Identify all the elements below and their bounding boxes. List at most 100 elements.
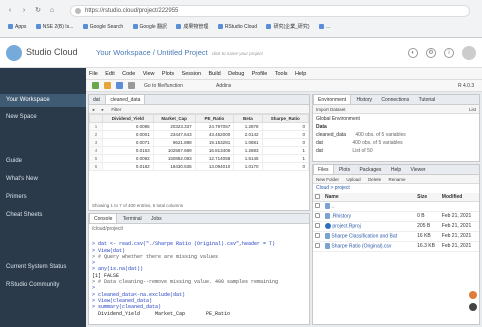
bookmark-item[interactable]: 研究(企業_研究): [266, 20, 309, 34]
file-checkbox[interactable]: [315, 203, 320, 209]
workspace-title[interactable]: Your Workspace / Untitled Project click t…: [96, 48, 263, 57]
save-icon[interactable]: [116, 82, 123, 89]
open-project-icon[interactable]: [104, 82, 111, 89]
sidebar-item-community[interactable]: RStudio Community: [6, 282, 59, 288]
files-breadcrumb[interactable]: Cloud > project: [316, 185, 350, 191]
menu-tools[interactable]: Tools: [272, 68, 291, 77]
env-object-row[interactable]: cleaned_data 400 obs. of 5 variables: [316, 132, 406, 138]
back-icon[interactable]: ‹: [6, 7, 14, 15]
home-icon[interactable]: ⌂: [48, 7, 56, 15]
file-checkbox[interactable]: [315, 243, 320, 249]
file-checkbox[interactable]: [315, 233, 320, 239]
file-row[interactable]: ..: [313, 201, 479, 212]
bookmark-item[interactable]: RStudio Cloud: [218, 20, 257, 34]
column-header[interactable]: Sharpe_Ratio: [261, 114, 310, 123]
file-name[interactable]: project.Rproj: [332, 223, 360, 229]
column-header[interactable]: Dividend_Yield: [101, 114, 154, 123]
tab-files[interactable]: Files: [313, 165, 334, 174]
menu-file[interactable]: File: [86, 68, 101, 77]
global-environment-select[interactable]: Global Environment: [316, 116, 360, 122]
tab-history[interactable]: History: [352, 95, 376, 104]
bookmark-item[interactable]: 成果物管理: [176, 20, 208, 34]
menu-plots[interactable]: Plots: [159, 68, 177, 77]
env-object-row[interactable]: dat 400 obs. of 5 variables: [316, 140, 403, 146]
print-icon[interactable]: [128, 82, 135, 89]
sidebar-item-guide[interactable]: Guide: [6, 158, 22, 164]
menu-profile[interactable]: Profile: [249, 68, 271, 77]
env-object-row[interactable]: dat List of 50: [316, 148, 373, 154]
sidebar-item-your-workspace[interactable]: Your Workspace: [0, 94, 86, 107]
file-row[interactable]: Sharpe Classification and Bat 16 KB Feb …: [313, 231, 479, 242]
new-folder-button[interactable]: New Folder: [313, 175, 342, 182]
sidebar-item-primers[interactable]: Primers: [6, 194, 27, 200]
menu-debug[interactable]: Debug: [225, 68, 247, 77]
addins-menu[interactable]: Addins: [216, 83, 231, 89]
file-checkbox[interactable]: [315, 213, 320, 219]
tab-viewer[interactable]: Viewer: [407, 165, 430, 174]
file-row[interactable]: project.Rproj 205 B Feb 21, 2021: [313, 221, 479, 232]
menu-help[interactable]: Help: [292, 68, 309, 77]
bookmark-item[interactable]: Apps: [8, 20, 26, 34]
name-column-header[interactable]: Name: [323, 193, 416, 202]
tab-plots[interactable]: Plots: [335, 165, 354, 174]
avatar[interactable]: [462, 46, 476, 60]
file-name[interactable]: Sharpe Ratio (Original).csv: [331, 243, 391, 249]
menu-code[interactable]: Code: [119, 68, 138, 77]
console-output[interactable]: > dat <- read.csv("./Sharpe Ratio (Origi…: [92, 235, 278, 317]
column-header[interactable]: Market_Cap: [152, 114, 196, 123]
bookmark-item[interactable]: Google 翻訳: [133, 20, 168, 34]
forward-icon[interactable]: ›: [20, 7, 28, 15]
sidebar-item-new-space[interactable]: New Space: [6, 114, 37, 120]
size-column-header[interactable]: Size: [415, 193, 440, 202]
modified-column-header[interactable]: Modified: [439, 193, 479, 202]
select-all-header[interactable]: [313, 193, 323, 202]
import-dataset-button[interactable]: Import Dataset: [313, 105, 349, 112]
tab-cleaned-data[interactable]: cleaned_data: [105, 95, 146, 104]
info-icon[interactable]: i: [444, 48, 454, 58]
goto-file-input[interactable]: Go to file/function: [144, 83, 183, 89]
rename-button[interactable]: Rename: [385, 175, 408, 182]
select-all-checkbox[interactable]: [315, 193, 320, 199]
column-header[interactable]: [89, 114, 103, 123]
sidebar-item-cheat-sheets[interactable]: Cheat Sheets: [6, 212, 42, 218]
tab-environment[interactable]: Environment: [313, 95, 352, 104]
file-name[interactable]: Sharpe Classification and Bat: [331, 233, 397, 239]
tab-packages[interactable]: Packages: [355, 165, 385, 174]
menu-build[interactable]: Build: [206, 68, 224, 77]
column-header[interactable]: Beta: [233, 114, 263, 123]
file-checkbox[interactable]: [315, 223, 320, 229]
tab-console[interactable]: Console: [89, 214, 118, 223]
file-row[interactable]: Sharpe Ratio (Original).csv 16.3 KB Feb …: [313, 241, 479, 252]
bookmark-item[interactable]: NSE 2(B) Is...: [36, 20, 74, 34]
new-file-icon[interactable]: [92, 82, 99, 89]
upload-button[interactable]: Upload: [343, 175, 363, 182]
filter-button[interactable]: Filter: [108, 105, 124, 112]
file-name[interactable]: ..: [331, 203, 334, 209]
back-arrow-icon[interactable]: ◂: [89, 105, 97, 113]
delete-button[interactable]: Delete: [365, 175, 384, 182]
list-view-toggle[interactable]: List: [466, 105, 479, 112]
publish-icon[interactable]: ◐: [408, 48, 418, 58]
address-bar[interactable]: https://rstudio.cloud/project/222955: [70, 5, 470, 17]
sidebar-item-system-status[interactable]: Current System Status: [6, 264, 66, 270]
tab-dat[interactable]: dat: [89, 95, 104, 104]
sidebar-item-whats-new[interactable]: What's New: [6, 176, 38, 182]
scroll-indicator-icon[interactable]: [469, 291, 477, 299]
scroll-indicator-icon[interactable]: [469, 303, 477, 311]
column-header[interactable]: PE_Ratio: [194, 114, 235, 123]
file-name[interactable]: .Rhistory: [331, 213, 351, 219]
logo[interactable]: Studio Cloud: [0, 38, 86, 68]
settings-gear-icon[interactable]: ⚙: [426, 48, 436, 58]
file-row[interactable]: .Rhistory 0 B Feb 21, 2021: [313, 211, 479, 222]
tab-terminal[interactable]: Terminal: [119, 214, 146, 223]
tab-jobs[interactable]: Jobs: [147, 214, 166, 223]
tab-tutorial[interactable]: Tutorial: [415, 95, 440, 104]
tab-connections[interactable]: Connections: [377, 95, 413, 104]
bookmark-item[interactable]: Google Search: [83, 20, 123, 34]
project-title[interactable]: Your Workspace / Untitled Project: [96, 48, 208, 57]
reload-icon[interactable]: ↻: [34, 7, 42, 15]
menu-session[interactable]: Session: [179, 68, 205, 77]
forward-arrow-icon[interactable]: ▸: [99, 105, 107, 113]
menu-edit[interactable]: Edit: [102, 68, 117, 77]
tab-help[interactable]: Help: [387, 165, 405, 174]
